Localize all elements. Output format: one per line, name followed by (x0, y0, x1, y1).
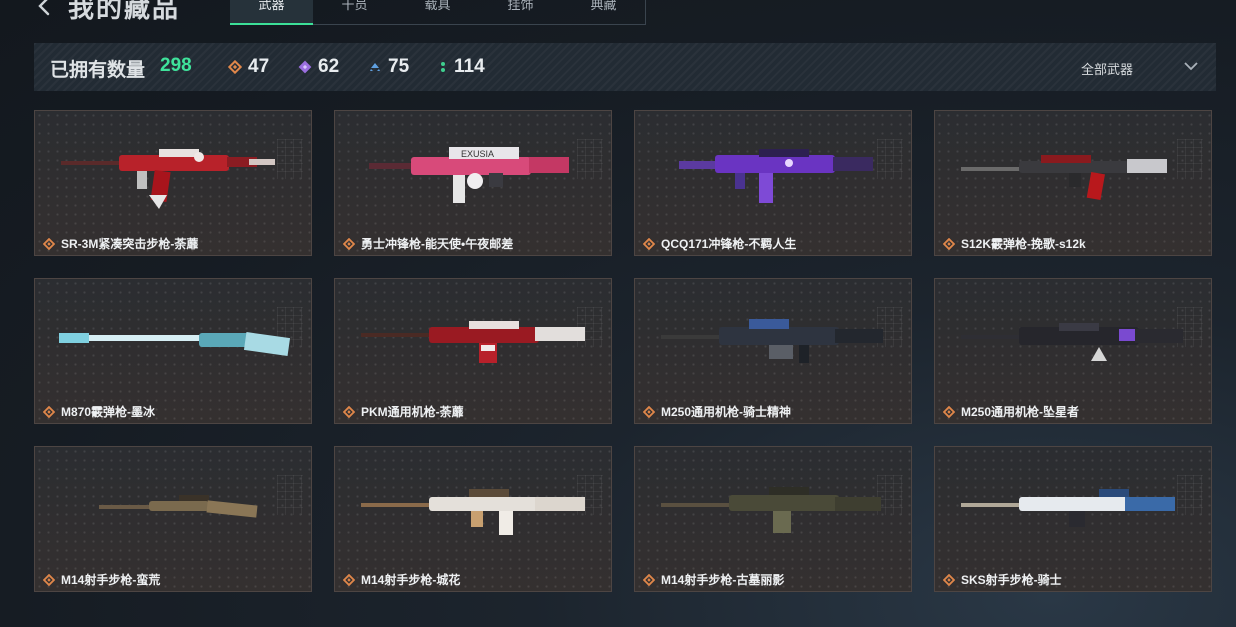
tab-charms[interactable]: 挂饰 (479, 0, 562, 24)
weapon-label: QCQ171冲锋枪-不羁人生 (643, 235, 796, 252)
weapon-name: M250通用机枪-坠星者 (961, 405, 1080, 419)
rarity-stat-green: 114 (438, 56, 485, 78)
weapon-card[interactable]: SKS射手步枪-骑士 (934, 446, 1212, 592)
weapon-name: M14射手步枪-古墓丽影 (661, 573, 785, 587)
machine-gun-image (661, 319, 883, 363)
svg-text:EXUSIA: EXUSIA (461, 149, 494, 159)
category-tabs: 武器 干员 载具 挂饰 典藏 (230, 0, 646, 25)
orange-diamond-icon (228, 60, 242, 74)
tab-operators[interactable]: 干员 (313, 0, 396, 24)
marksman-rifle-image (361, 489, 585, 535)
weapon-name: 勇士冲锋枪-能天使•午夜邮差 (361, 237, 514, 251)
weapon-label: SKS射手步枪-骑士 (943, 571, 1062, 588)
weapon-card[interactable]: PKM通用机枪-荼蘼 (334, 278, 612, 424)
back-arrow-icon[interactable] (34, 0, 56, 16)
machine-gun-image (361, 321, 585, 363)
rarity-stat-orange: 47 (228, 56, 269, 78)
smg-image: EXUSIA (369, 147, 569, 203)
weapon-name: PKM通用机枪-荼蘼 (361, 405, 464, 419)
weapon-card[interactable]: M14射手步枪-古墓丽影 (634, 446, 912, 592)
weapon-name: QCQ171冲锋枪-不羁人生 (661, 237, 797, 251)
rarity-diamond-icon (43, 405, 55, 418)
marksman-rifle-image (661, 487, 881, 533)
marksman-rifle-image (961, 489, 1175, 527)
top-bar: 我的藏品 武器 干员 载具 挂饰 典藏 (0, 0, 1236, 26)
weapon-name: M250通用机枪-骑士精神 (661, 405, 792, 419)
rarity-diamond-icon (343, 573, 355, 586)
rarity-diamond-icon (943, 573, 955, 586)
shotgun-image (961, 155, 1167, 201)
green-dots-icon (441, 62, 445, 72)
purple-diamond-icon (298, 60, 312, 74)
rarity-diamond-icon (643, 573, 655, 586)
weapon-label: S12K霰弹枪-挽歌-s12k (943, 235, 1086, 252)
tab-vehicles[interactable]: 载具 (396, 0, 479, 24)
rarity-diamond-icon (643, 237, 655, 250)
weapon-label: M14射手步枪-古墓丽影 (643, 571, 784, 588)
weapon-label: M870霰弹枪-墨冰 (43, 403, 155, 420)
rarity-stat-blue: 75 (368, 56, 409, 78)
weapon-card[interactable]: S12K霰弹枪-挽歌-s12k (934, 110, 1212, 256)
weapon-label: 勇士冲锋枪-能天使•午夜邮差 (343, 235, 513, 252)
weapon-label: M250通用机枪-骑士精神 (643, 403, 791, 420)
rarity-diamond-icon (943, 237, 955, 250)
weapon-filter-dropdown[interactable]: 全部武器 (1081, 59, 1133, 78)
rarity-diamond-icon (343, 405, 355, 418)
rarity-count: 75 (388, 56, 410, 77)
rarity-count: 114 (454, 56, 485, 77)
rarity-diamond-icon (643, 405, 655, 418)
rarity-diamond-icon (43, 573, 55, 586)
weapon-name: S12K霰弹枪-挽歌-s12k (961, 237, 1086, 251)
smg-image (679, 149, 873, 203)
weapon-name: M14射手步枪-蛮荒 (61, 573, 161, 587)
rarity-diamond-icon (943, 405, 955, 418)
weapon-label: PKM通用机枪-荼蘼 (343, 403, 464, 420)
weapon-name: M14射手步枪-城花 (361, 573, 461, 587)
owned-count: 298 (160, 55, 192, 76)
weapon-label: M250通用机枪-坠星者 (943, 403, 1079, 420)
chevron-down-icon[interactable] (1182, 57, 1200, 75)
tab-weapons[interactable]: 武器 (230, 0, 313, 25)
rarity-count: 47 (248, 56, 270, 77)
stats-bar: 已拥有数量 298 47 62 75 114 全部武器 (34, 43, 1216, 91)
weapon-card[interactable]: QCQ171冲锋枪-不羁人生 (634, 110, 912, 256)
weapon-card[interactable]: M870霰弹枪-墨冰 (34, 278, 312, 424)
weapon-card[interactable]: M14射手步枪-城花 (334, 446, 612, 592)
owned-label: 已拥有数量 (50, 60, 146, 81)
machine-gun-image (961, 323, 1183, 361)
weapon-label: M14射手步枪-蛮荒 (43, 571, 160, 588)
weapon-card[interactable]: SR-3M紧凑突击步枪-荼蘼 (34, 110, 312, 256)
weapon-card[interactable]: M250通用机枪-坠星者 (934, 278, 1212, 424)
blue-diamond-icon (370, 63, 380, 71)
page-title: 我的藏品 (68, 0, 181, 23)
weapon-name: M870霰弹枪-墨冰 (61, 405, 156, 419)
weapon-label: M14射手步枪-城花 (343, 571, 460, 588)
weapon-card[interactable]: M250通用机枪-骑士精神 (634, 278, 912, 424)
tab-collection[interactable]: 典藏 (562, 0, 645, 24)
weapon-card[interactable]: EXUSIA 勇士冲锋枪-能天使•午夜邮差 (334, 110, 612, 256)
weapon-name: SKS射手步枪-骑士 (961, 573, 1062, 587)
weapon-card[interactable]: M14射手步枪-蛮荒 (34, 446, 312, 592)
weapon-label: SR-3M紧凑突击步枪-荼蘼 (43, 235, 198, 252)
rarity-stat-purple: 62 (298, 56, 339, 78)
shotgun-image (59, 332, 291, 356)
weapon-name: SR-3M紧凑突击步枪-荼蘼 (61, 237, 199, 251)
rarity-diamond-icon (343, 237, 355, 250)
rifle-image (61, 149, 275, 209)
rarity-diamond-icon (43, 237, 55, 250)
rarity-count: 62 (318, 56, 340, 77)
marksman-rifle-image (99, 495, 258, 518)
